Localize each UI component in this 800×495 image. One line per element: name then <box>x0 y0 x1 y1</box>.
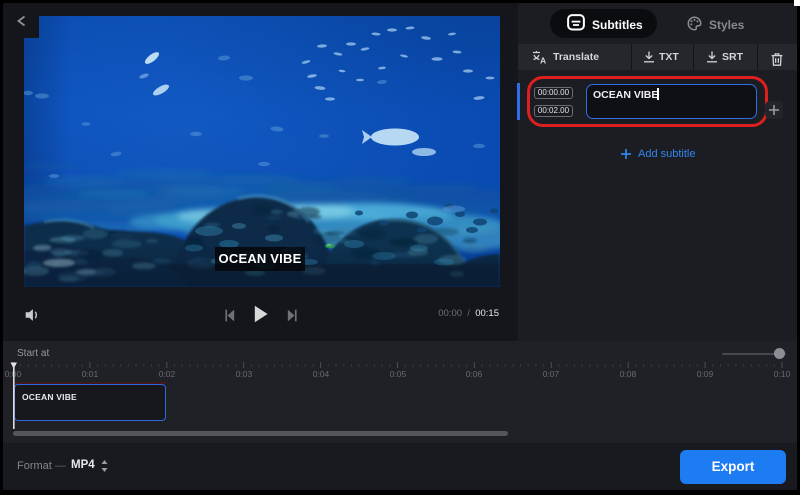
svg-text:A: A <box>540 56 546 65</box>
